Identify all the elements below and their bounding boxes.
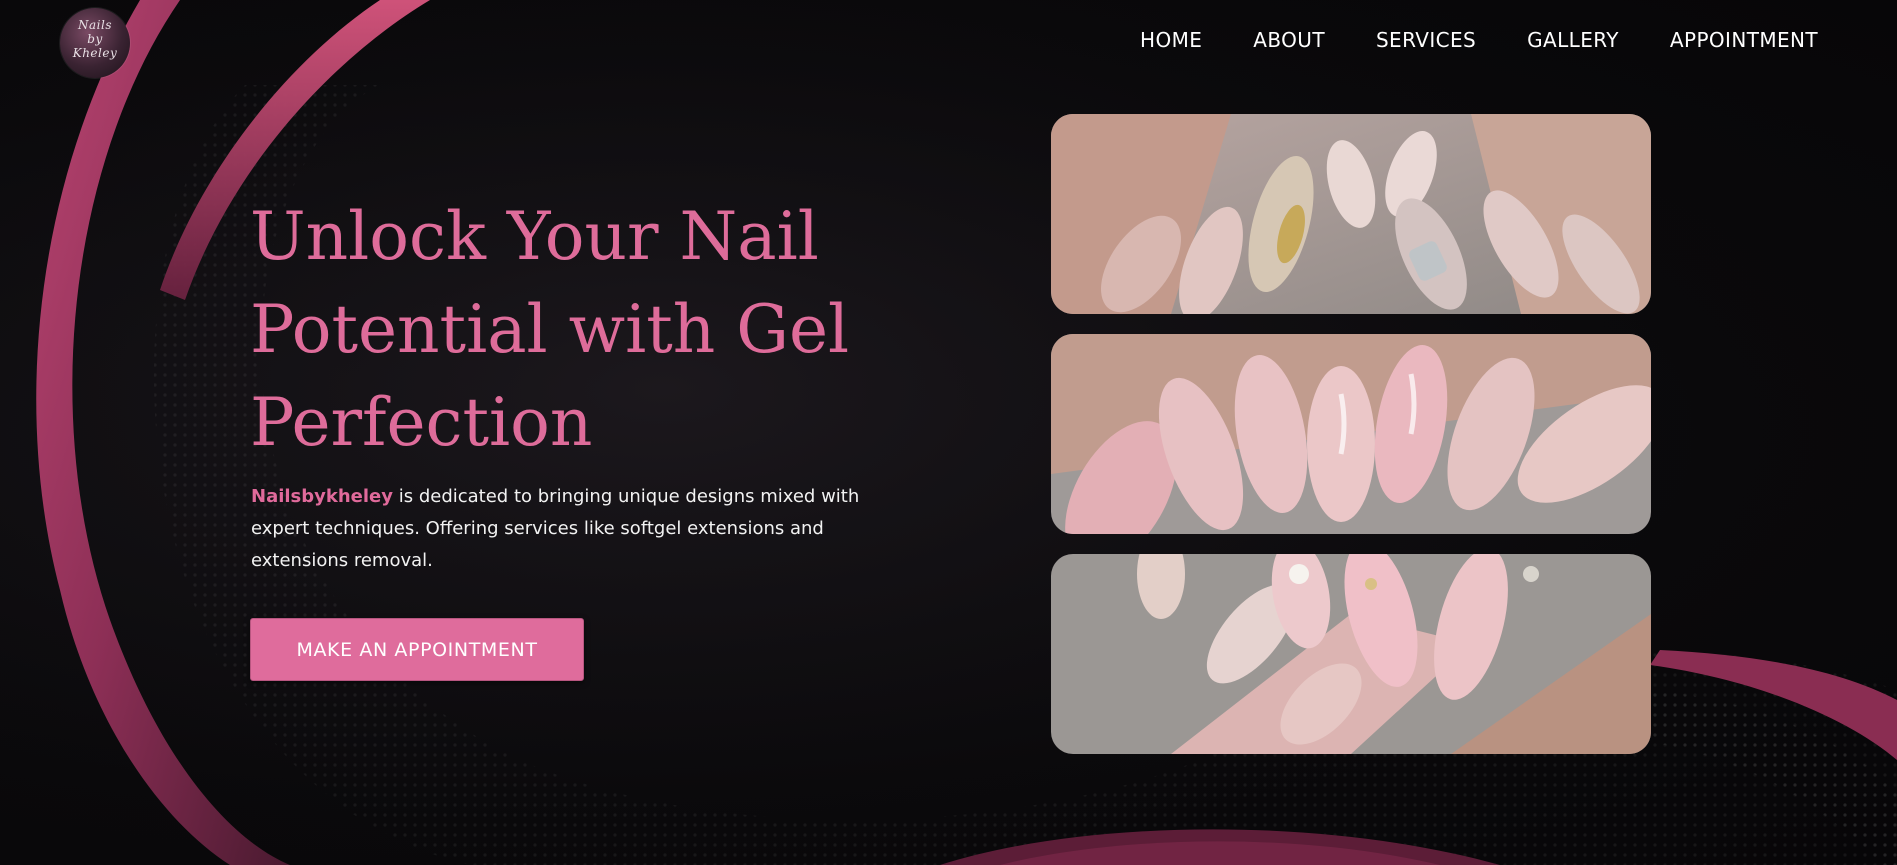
nail-art-photo-icon: [1051, 114, 1651, 314]
make-appointment-button[interactable]: MAKE AN APPOINTMENT: [250, 618, 584, 681]
gallery-photo-2: [1051, 334, 1651, 534]
hero-title: Unlock Your Nail Potential with Gel Perf…: [250, 198, 850, 461]
nav-about[interactable]: ABOUT: [1253, 28, 1325, 52]
logo[interactable]: Nails by Kheley: [60, 8, 130, 78]
page: Nails by Kheley HOME ABOUT SERVICES GALLER…: [0, 0, 1897, 865]
logo-icon: Nails by Kheley: [72, 18, 118, 60]
nav-services[interactable]: SERVICES: [1376, 28, 1476, 52]
nav-appointment[interactable]: APPOINTMENT: [1670, 28, 1818, 52]
nail-art-photo-icon: [1051, 334, 1651, 534]
nav-gallery[interactable]: GALLERY: [1527, 28, 1619, 52]
main-nav: HOME ABOUT SERVICES GALLERY APPOINTMENT: [1140, 28, 1818, 52]
gallery-photo-3: [1051, 554, 1651, 754]
hero-description: Nailsbykheley is dedicated to bringing u…: [251, 481, 871, 577]
nail-art-photo-icon: [1051, 554, 1651, 754]
nav-home[interactable]: HOME: [1140, 28, 1202, 52]
gallery-photo-1: [1051, 114, 1651, 314]
brand-name: Nailsbykheley: [251, 486, 393, 507]
